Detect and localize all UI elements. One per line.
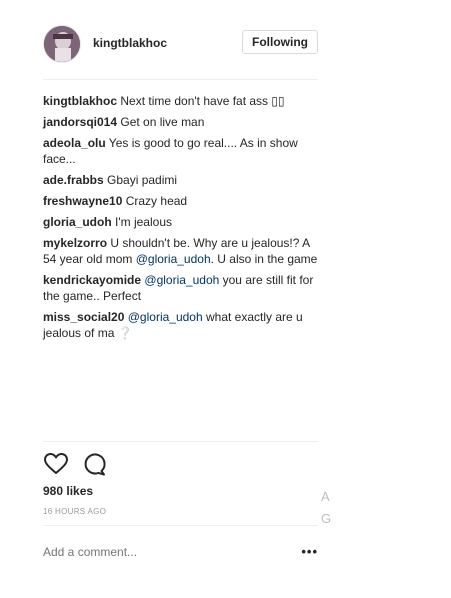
comment-mention[interactable]: @gloria_udoh [136, 252, 211, 266]
comment-username[interactable]: kendrickayomide [43, 273, 141, 287]
comment-text: . U also in the game [210, 252, 318, 266]
post-header: kingtblakhoc Following [43, 25, 318, 65]
actions-divider [43, 441, 318, 442]
comment-item: kendrickayomide @gloria_udoh you are sti… [43, 272, 318, 304]
comment-text: Crazy head [122, 194, 188, 208]
comment-item: ade.frabbs Gbayi padimi [43, 172, 318, 188]
header-divider [43, 79, 318, 80]
comment-username[interactable]: mykelzorro [43, 236, 107, 250]
post-actions [43, 451, 123, 479]
comment-divider [43, 525, 318, 526]
comment-item: freshwayne10 Crazy head [43, 193, 318, 209]
comment-username[interactable]: freshwayne10 [43, 194, 122, 208]
side-fragment-1: A [321, 489, 330, 504]
comment-username[interactable]: miss_social20 [43, 310, 124, 324]
post-panel: kingtblakhoc Following kingtblakhoc Next… [43, 0, 318, 598]
comment-item: miss_social20 @gloria_udoh what exactly … [43, 309, 318, 341]
comment-username[interactable]: jandorsqi014 [43, 115, 117, 129]
heart-icon[interactable] [43, 451, 69, 477]
comment-item: mykelzorro U shouldn't be. Why are u jea… [43, 235, 318, 267]
comment-text: Next time don't have fat ass ▯▯ [117, 94, 285, 108]
comment-item: jandorsqi014 Get on live man [43, 114, 318, 130]
more-options-icon[interactable]: ••• [301, 544, 318, 559]
comment-username[interactable]: kingtblakhoc [43, 94, 117, 108]
avatar-image [44, 26, 80, 62]
likes-count[interactable]: 980 likes [43, 484, 93, 498]
comment-bubble-icon[interactable] [81, 451, 107, 477]
post-timestamp[interactable]: 16 HOURS AGO [43, 507, 106, 516]
comment-text: I'm jealous [111, 215, 172, 229]
comment-item: kingtblakhoc Next time don't have fat as… [43, 93, 318, 109]
side-fragment-2: G [321, 511, 332, 526]
comment-mention[interactable]: @gloria_udoh [128, 310, 203, 324]
comment-text: Get on live man [117, 115, 205, 129]
comment-username[interactable]: adeola_olu [43, 136, 106, 150]
post-author-username[interactable]: kingtblakhoc [93, 36, 167, 50]
comment-username[interactable]: ade.frabbs [43, 173, 104, 187]
comment-text: Gbayi padimi [103, 173, 178, 187]
comment-item: adeola_olu Yes is good to go real.... As… [43, 135, 318, 167]
comment-username[interactable]: gloria_udoh [43, 215, 112, 229]
comments-list: kingtblakhoc Next time don't have fat as… [43, 93, 318, 346]
comment-item: gloria_udoh I'm jealous [43, 214, 318, 230]
following-button[interactable]: Following [242, 30, 318, 54]
add-comment-input[interactable] [43, 545, 293, 559]
avatar[interactable] [43, 25, 81, 63]
comment-mention[interactable]: @gloria_udoh [144, 273, 219, 287]
